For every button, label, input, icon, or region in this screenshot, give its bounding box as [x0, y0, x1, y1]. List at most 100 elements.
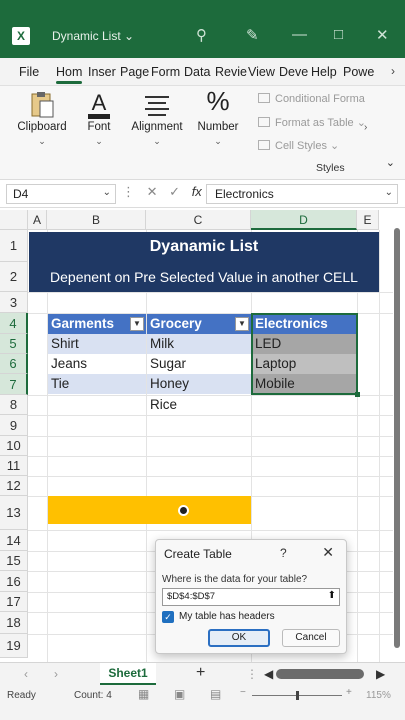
format-as-table-button[interactable]: Format as Table ⌄: [258, 116, 366, 129]
row-header[interactable]: 7: [0, 374, 28, 395]
chevron-down-icon[interactable]: ⌄: [385, 187, 393, 198]
zoom-slider-knob[interactable]: [296, 691, 299, 700]
cell-styles-button[interactable]: Cell Styles ⌄: [258, 139, 339, 152]
tab-insert[interactable]: Inser: [88, 65, 116, 79]
tab-page-layout[interactable]: Page: [120, 65, 149, 79]
formula-input[interactable]: Electronics ⌄: [206, 184, 398, 204]
ribbon-scroll-right-icon[interactable]: ›: [364, 122, 367, 133]
row-header[interactable]: 14: [0, 530, 28, 551]
sheet-tab-bar: ‹ › Sheet1 + ⋮ ◀ ▶: [0, 662, 405, 686]
row-header[interactable]: 15: [0, 551, 28, 571]
search-icon[interactable]: ⚲: [196, 26, 207, 44]
close-icon[interactable]: ✕: [322, 544, 334, 561]
alignment-group[interactable]: Alignment ⌄: [128, 86, 186, 180]
select-all-corner[interactable]: [0, 210, 28, 230]
headers-checkbox[interactable]: ✓: [162, 611, 174, 623]
row-header[interactable]: 10: [0, 436, 28, 456]
filter-dropdown-icon[interactable]: ▼: [235, 317, 249, 331]
zoom-level[interactable]: 115%: [366, 690, 391, 701]
zoom-in-icon[interactable]: +: [346, 687, 352, 698]
row-header[interactable]: 17: [0, 592, 28, 612]
page-layout-icon[interactable]: ▣: [174, 687, 185, 701]
tab-review[interactable]: Revie: [215, 65, 247, 79]
table-row[interactable]: Tie: [48, 374, 146, 394]
tab-formulas[interactable]: Form: [151, 65, 180, 79]
add-sheet-icon[interactable]: +: [196, 664, 205, 682]
fill-handle[interactable]: [355, 392, 360, 397]
row-header[interactable]: 3: [0, 292, 28, 313]
row-header[interactable]: 19: [0, 634, 28, 658]
tab-power[interactable]: Powe: [343, 65, 374, 79]
table-row[interactable]: Jeans: [48, 354, 146, 374]
table-row[interactable]: Shirt: [48, 334, 146, 354]
tab-help[interactable]: Help: [311, 65, 337, 79]
row-header[interactable]: 5: [0, 334, 28, 354]
tab-developer[interactable]: Deve: [279, 65, 308, 79]
table-row[interactable]: Rice: [147, 395, 251, 415]
column-header-c[interactable]: C: [146, 210, 251, 230]
name-box[interactable]: D4 ⌄: [6, 184, 116, 204]
font-group[interactable]: A Font ⌄: [76, 86, 122, 180]
dialog-prompt: Where is the data for your table?: [162, 574, 308, 585]
highlight-cell-b13[interactable]: [48, 496, 251, 524]
row-header[interactable]: 11: [0, 456, 28, 476]
tab-file[interactable]: File: [19, 65, 39, 79]
table-row[interactable]: Milk: [147, 334, 251, 354]
zoom-out-icon[interactable]: −: [240, 687, 246, 698]
clipboard-group[interactable]: Clipboard ⌄: [10, 86, 74, 180]
column-header-d[interactable]: D: [251, 210, 357, 230]
row-header[interactable]: 9: [0, 415, 28, 436]
ribbon-expand-icon[interactable]: ⌄: [386, 156, 395, 169]
pen-icon[interactable]: ✎: [246, 26, 259, 44]
ok-button[interactable]: OK: [208, 629, 270, 647]
vertical-scrollbar[interactable]: [393, 228, 401, 656]
help-icon[interactable]: ?: [280, 546, 287, 560]
scroll-right-icon[interactable]: ▶: [376, 667, 385, 681]
row-header[interactable]: 6: [0, 354, 28, 374]
chevron-down-icon[interactable]: ⌄: [103, 187, 111, 198]
row-header[interactable]: 12: [0, 476, 28, 496]
document-title[interactable]: Dynamic List ⌄: [52, 29, 134, 43]
column-header-b[interactable]: B: [47, 210, 146, 230]
more-icon[interactable]: ⋮: [122, 184, 135, 199]
column-header-a[interactable]: A: [28, 210, 47, 230]
close-icon[interactable]: ✕: [376, 26, 389, 44]
tab-home[interactable]: Hom: [56, 65, 83, 84]
table-row[interactable]: Honey: [147, 374, 251, 394]
scrollbar-thumb[interactable]: [394, 228, 400, 648]
row-header[interactable]: 1: [0, 230, 28, 262]
tabs-scroll-icon[interactable]: ›: [391, 64, 395, 78]
prev-sheet-icon[interactable]: ‹: [24, 667, 28, 681]
scroll-left-icon[interactable]: ◀: [264, 667, 273, 681]
column-header-e[interactable]: E: [357, 210, 379, 230]
row-header[interactable]: 13: [0, 496, 28, 530]
number-group[interactable]: % Number ⌄: [192, 86, 244, 180]
conditional-formatting-button[interactable]: Conditional Forma: [258, 93, 365, 105]
page-break-icon[interactable]: ▤: [210, 687, 221, 701]
range-input[interactable]: $D$4:$D$7 ⬆: [162, 588, 340, 606]
cancel-icon[interactable]: ✕: [147, 184, 158, 199]
cancel-button[interactable]: Cancel: [282, 629, 340, 647]
maximize-icon[interactable]: □: [334, 26, 343, 43]
horizontal-scrollbar[interactable]: [276, 669, 364, 679]
filter-dropdown-icon[interactable]: ▼: [130, 317, 144, 331]
table-row[interactable]: Sugar: [147, 354, 251, 374]
row-header[interactable]: 2: [0, 262, 28, 292]
next-sheet-icon[interactable]: ›: [54, 667, 58, 681]
collapse-dialog-icon[interactable]: ⬆: [328, 590, 336, 601]
row-header[interactable]: 8: [0, 395, 28, 415]
tab-data[interactable]: Data: [184, 65, 210, 79]
minimize-icon[interactable]: —: [292, 26, 307, 43]
sheet-tab-sheet1[interactable]: Sheet1: [100, 663, 156, 685]
insert-function-icon[interactable]: fx: [192, 184, 202, 199]
table-header-garments[interactable]: Garments ▼: [48, 314, 146, 334]
confirm-icon[interactable]: ✓: [169, 184, 180, 199]
tab-view[interactable]: View: [248, 65, 275, 79]
normal-view-icon[interactable]: ▦: [138, 687, 149, 701]
table-header-grocery[interactable]: Grocery ▼: [147, 314, 251, 334]
more-icon[interactable]: ⋮: [246, 667, 258, 681]
headers-checkbox-label[interactable]: My table has headers: [179, 611, 275, 622]
row-header[interactable]: 4: [0, 313, 28, 334]
row-header[interactable]: 16: [0, 571, 28, 592]
row-header[interactable]: 18: [0, 612, 28, 634]
